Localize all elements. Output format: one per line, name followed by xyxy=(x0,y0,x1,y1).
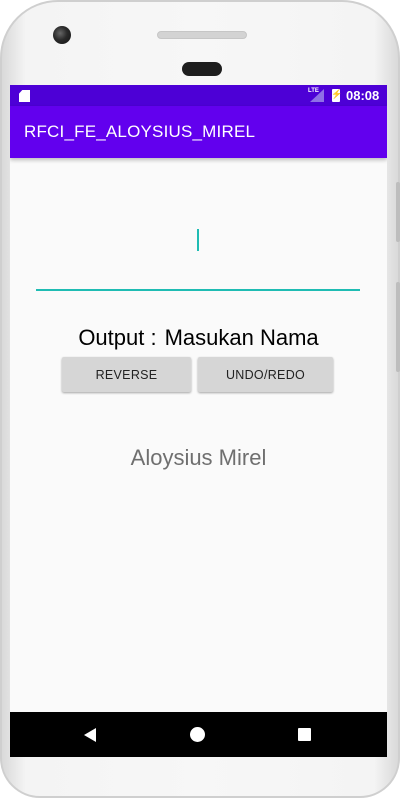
name-input[interactable] xyxy=(36,215,360,291)
reverse-button[interactable]: REVERSE xyxy=(62,357,191,392)
volume-button xyxy=(396,182,400,242)
text-cursor xyxy=(197,229,199,251)
output-label: Output : xyxy=(78,325,157,350)
back-icon[interactable] xyxy=(84,728,96,742)
screen: LTE 08:08 RFCI_FE_ALOYSIUS_MIREL Output … xyxy=(10,85,387,757)
undo-redo-button[interactable]: UNDO/REDO xyxy=(198,357,333,392)
top-speaker xyxy=(157,31,247,39)
front-camera-icon xyxy=(53,26,71,44)
name-display: Aloysius Mirel xyxy=(130,445,267,470)
lte-label: LTE xyxy=(308,88,319,94)
home-icon[interactable] xyxy=(190,727,205,742)
output-value: Masukan Nama xyxy=(164,325,319,350)
power-button xyxy=(396,282,400,372)
navigation-bar xyxy=(10,712,387,757)
phone-frame: LTE 08:08 RFCI_FE_ALOYSIUS_MIREL Output … xyxy=(0,0,400,798)
output-row: Output : Masukan Nama xyxy=(10,325,387,351)
earpiece xyxy=(182,62,222,76)
battery-charging-icon xyxy=(331,89,342,102)
status-time: 08:08 xyxy=(346,88,380,103)
status-bar: LTE 08:08 xyxy=(10,85,387,106)
sd-card-icon xyxy=(19,90,30,102)
app-title: RFCI_FE_ALOYSIUS_MIREL xyxy=(24,122,256,141)
recent-apps-icon[interactable] xyxy=(298,728,311,741)
app-bar: RFCI_FE_ALOYSIUS_MIREL xyxy=(10,106,387,158)
